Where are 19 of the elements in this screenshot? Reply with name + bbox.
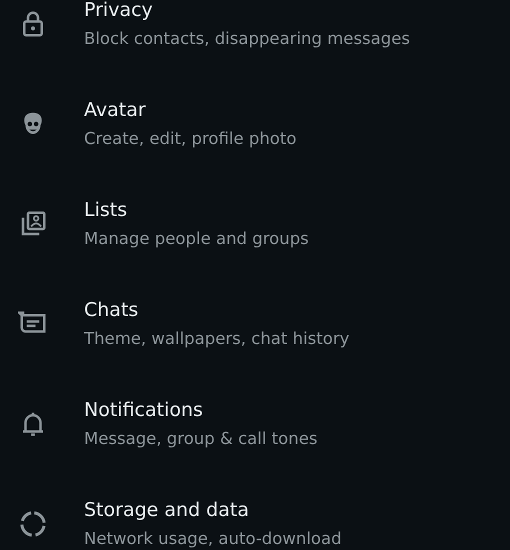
- setting-title: Privacy: [84, 0, 153, 23]
- setting-title: Storage and data: [84, 498, 249, 523]
- storage-icon: [18, 509, 48, 539]
- setting-title: Lists: [84, 198, 128, 223]
- setting-subtitle: Message, group & call tones: [84, 428, 318, 450]
- settings-item[interactable]: Notifications Message, group & call tones: [0, 374, 510, 474]
- settings-item[interactable]: Chats Theme, wallpapers, chat history: [0, 274, 510, 374]
- settings-item[interactable]: Storage and data Network usage, auto-download: [0, 474, 510, 550]
- setting-title: Avatar: [84, 98, 146, 123]
- setting-subtitle: Block contacts, disappearing messages: [84, 28, 410, 50]
- setting-title: Notifications: [84, 398, 203, 423]
- setting-subtitle: Create, edit, profile photo: [84, 128, 296, 150]
- settings-item[interactable]: Avatar Create, edit, profile photo: [0, 74, 510, 174]
- setting-subtitle: Theme, wallpapers, chat history: [84, 328, 350, 350]
- settings-item[interactable]: Lists Manage people and groups: [0, 174, 510, 274]
- setting-subtitle: Manage people and groups: [84, 228, 309, 250]
- settings-item[interactable]: Privacy Block contacts, disappearing messages: [0, 0, 510, 74]
- setting-subtitle: Network usage, auto-download: [84, 528, 342, 550]
- setting-title: Chats: [84, 298, 138, 323]
